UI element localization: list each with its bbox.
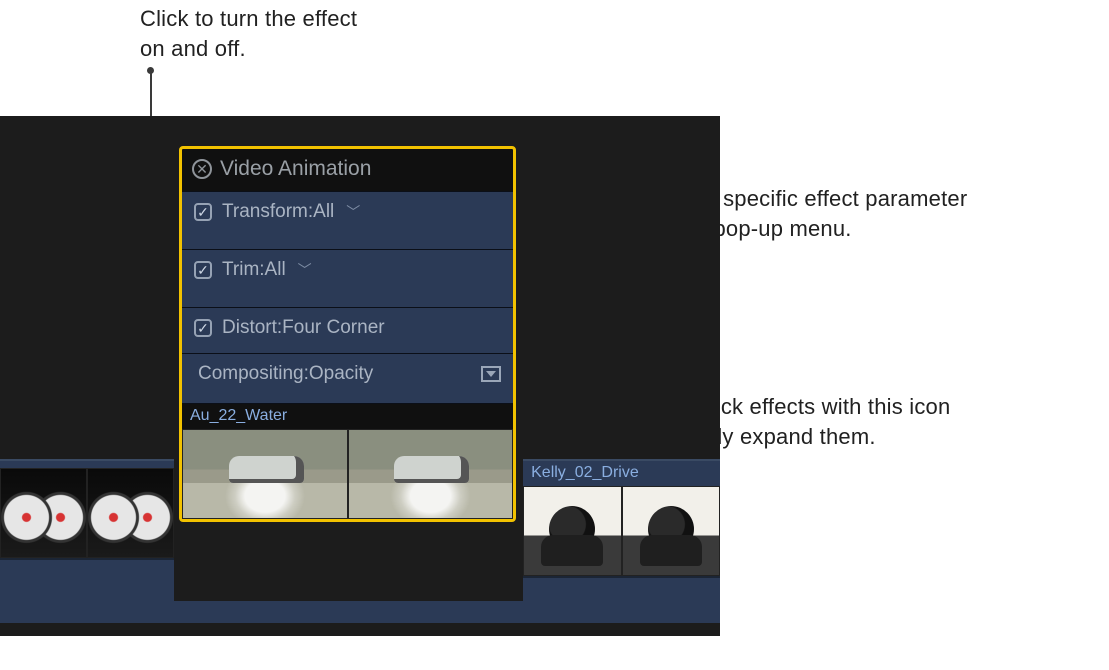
effect-row-compositing[interactable]: Compositing:Opacity (182, 353, 513, 403)
expand-icon[interactable] (481, 366, 501, 382)
clip-thumbnail (87, 468, 174, 558)
effect-row-label: Distort:Four Corner (222, 317, 385, 339)
timeline-gutter (0, 623, 720, 636)
effect-row-trim[interactable]: ✓ Trim:All ﹀ (182, 249, 513, 307)
clip-label: Kelly_02_Drive (523, 461, 720, 486)
clip-thumbnail (348, 429, 514, 519)
clip-left[interactable] (0, 459, 174, 611)
callout-line-dot (147, 67, 154, 74)
close-icon[interactable]: ✕ (192, 159, 212, 179)
chevron-down-icon[interactable]: ﹀ (298, 260, 312, 280)
effect-row-transform[interactable]: ✓ Transform:All ﹀ (182, 191, 513, 249)
clip-footer (0, 558, 174, 576)
checkbox-icon[interactable]: ✓ (194, 261, 212, 279)
clip-thumbnails (182, 429, 513, 519)
clip-thumbnail (622, 486, 720, 576)
timeline-footer (0, 601, 720, 623)
clip-thumbnails (0, 468, 174, 558)
clip-label (0, 461, 174, 468)
popover-title: Video Animation (220, 157, 371, 181)
video-animation-popover: ✕ Video Animation ✓ Transform:All ﹀ ✓ Tr… (179, 146, 516, 522)
chevron-down-icon[interactable]: ﹀ (346, 202, 360, 222)
callout-toggle-effect: Click to turn the effect on and off. (140, 4, 370, 63)
effect-row-label: Transform:All (222, 201, 334, 223)
clip-thumbnail (182, 429, 348, 519)
popover-header: ✕ Video Animation (182, 149, 513, 191)
clip-thumbnail (523, 486, 621, 576)
clip-au-22-water[interactable]: Au_22_Water (182, 403, 513, 519)
effect-row-label: Trim:All (222, 259, 286, 281)
clip-thumbnails (523, 486, 720, 576)
checkbox-icon[interactable]: ✓ (194, 319, 212, 337)
effect-row-distort[interactable]: ✓ Distort:Four Corner (182, 307, 513, 353)
figure-canvas: Click to turn the effect on and off. Cho… (0, 0, 1109, 670)
effect-row-label: Compositing:Opacity (198, 363, 373, 385)
clip-thumbnail (0, 468, 87, 558)
clip-footer (523, 576, 720, 594)
clip-kelly-02-drive[interactable]: Kelly_02_Drive (523, 459, 720, 611)
checkbox-icon[interactable]: ✓ (194, 203, 212, 221)
clip-label: Au_22_Water (182, 404, 513, 429)
